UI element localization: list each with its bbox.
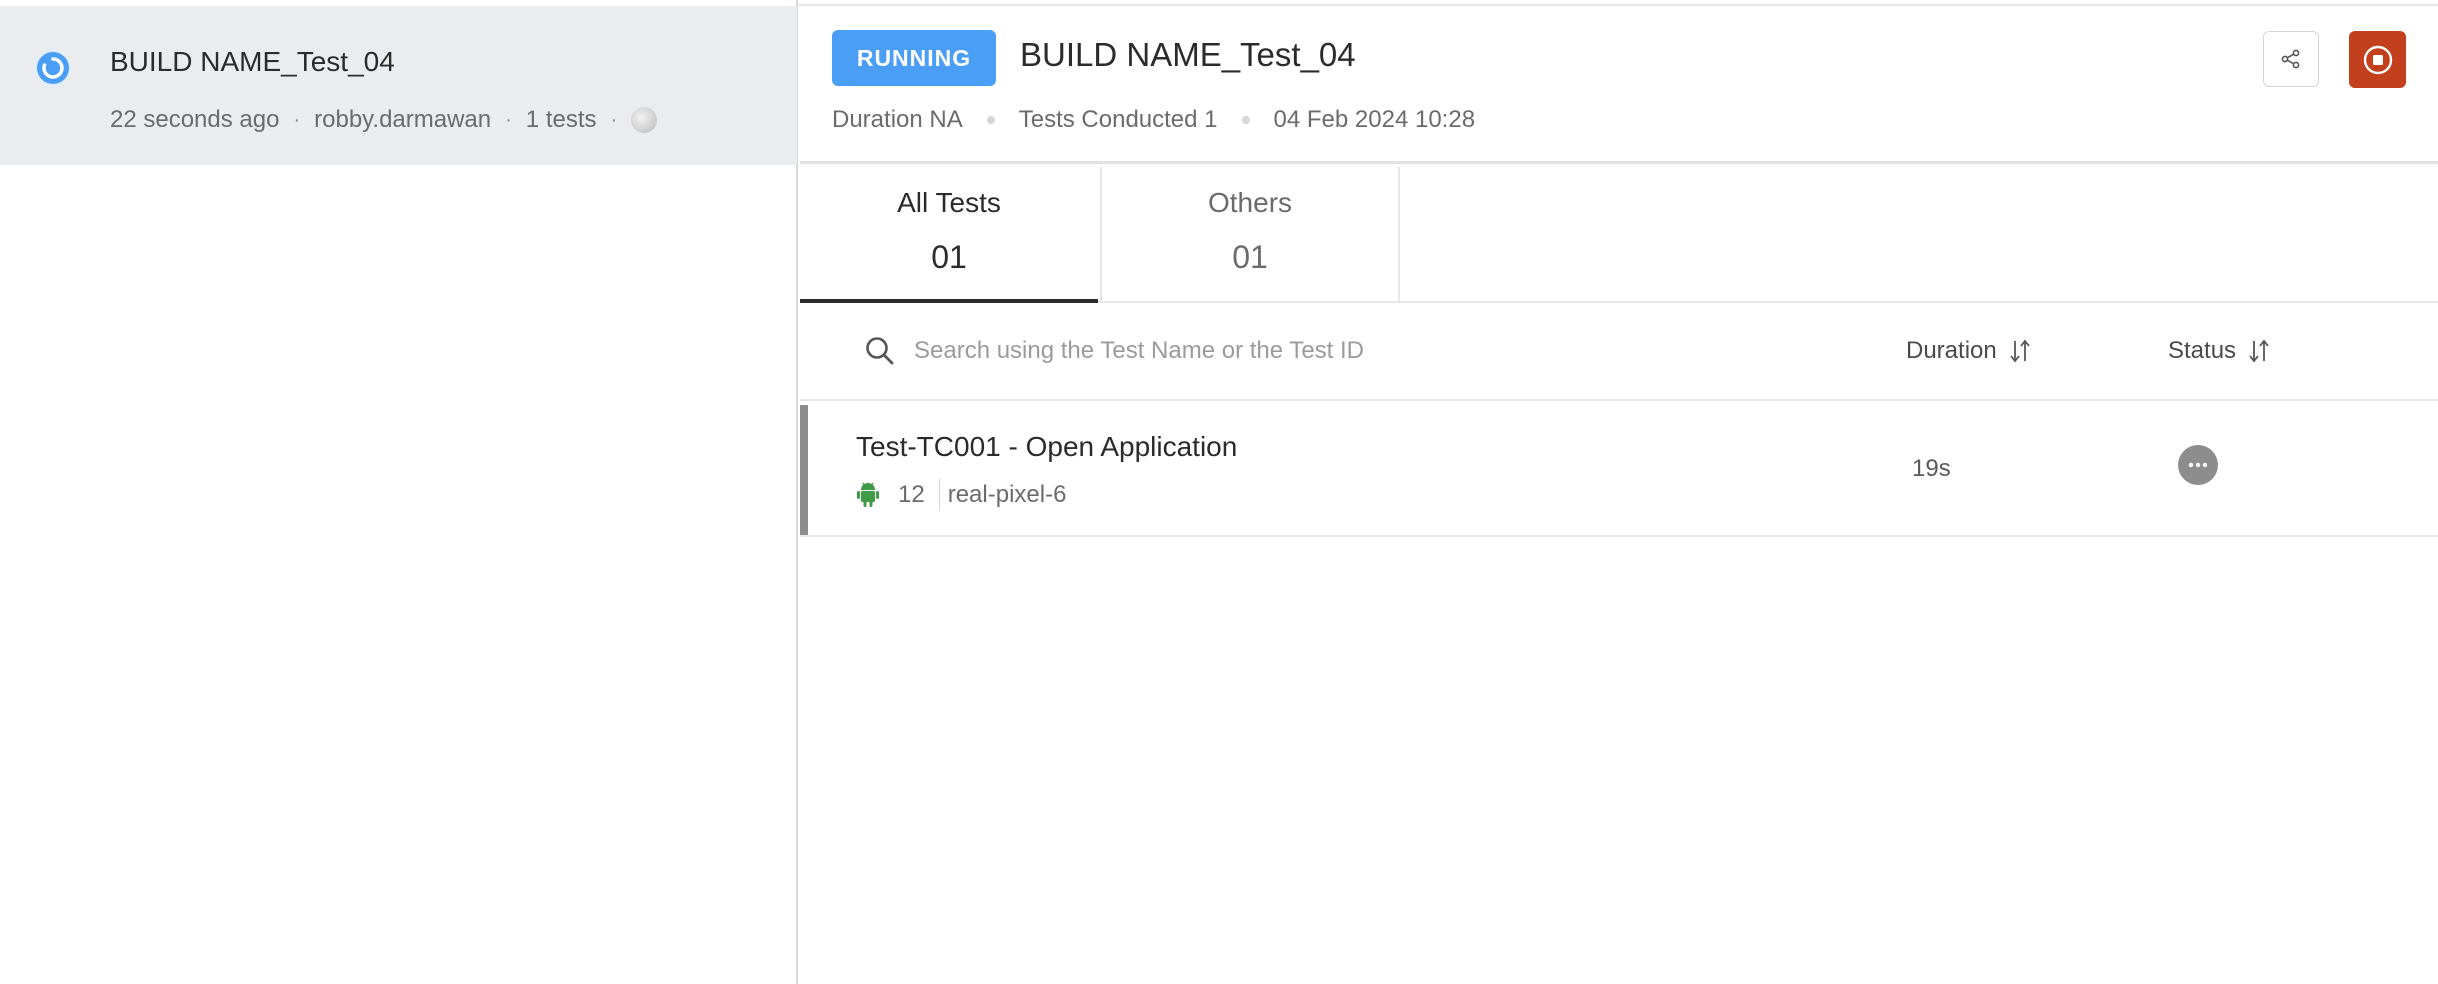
- meta-dot: [1241, 116, 1250, 124]
- build-name: BUILD NAME_Test_04: [110, 46, 395, 77]
- divider: [938, 479, 940, 511]
- duration-header-label: Duration: [1906, 337, 1997, 364]
- device-name: real-pixel-6: [947, 481, 1067, 508]
- ellipsis-icon: [2188, 462, 2208, 468]
- spinner-icon: [34, 49, 72, 87]
- build-meta: 22 seconds ago · robby.darmawan · 1 test…: [110, 106, 658, 134]
- build-test-count: 1 tests: [525, 106, 597, 133]
- build-list-item[interactable]: BUILD NAME_Test_04 22 seconds ago · robb…: [0, 6, 797, 165]
- test-name: Test-TC001 - Open Application: [856, 431, 1238, 462]
- search-icon: [866, 337, 894, 365]
- page-title: BUILD NAME_Test_04: [1020, 36, 1356, 73]
- sort-icon: [2249, 339, 2269, 363]
- android-icon: [857, 482, 879, 507]
- status-badge: RUNNING: [832, 30, 996, 86]
- build-summary: Duration NA Tests Conducted 1 04 Feb 202…: [832, 106, 1475, 134]
- sort-icon: [2010, 339, 2030, 363]
- build-user: robby.darmawan: [314, 106, 492, 133]
- share-button[interactable]: [2263, 31, 2319, 87]
- stop-icon: [2363, 45, 2392, 74]
- tab-count: 01: [1232, 239, 1268, 275]
- row-selection-marker: [800, 405, 808, 535]
- tests-conducted: Tests Conducted 1: [1018, 106, 1218, 133]
- build-list-sidebar: BUILD NAME_Test_04 22 seconds ago · robb…: [0, 0, 798, 984]
- tab-others[interactable]: Others 01: [1100, 167, 1400, 301]
- more-dots-icon[interactable]: [2178, 445, 2218, 485]
- os-version: 12: [898, 481, 925, 508]
- test-tabs: All Tests 01 Others 01: [800, 167, 2438, 303]
- meta-separator: ·: [505, 108, 512, 131]
- status-header-label: Status: [2168, 337, 2237, 364]
- share-icon: [2281, 49, 2300, 69]
- meta-separator: ·: [293, 108, 301, 131]
- build-date: 04 Feb 2024 10:28: [1273, 106, 1476, 133]
- stop-build-button[interactable]: [2349, 31, 2406, 88]
- tab-label: All Tests: [897, 187, 1001, 218]
- tab-count: 01: [931, 239, 967, 275]
- table-row[interactable]: Test-TC001 - Open Application 12 real-pi…: [800, 401, 2438, 537]
- tab-label: Others: [1207, 187, 1293, 218]
- build-time-ago: 22 seconds ago: [110, 106, 280, 133]
- build-duration: Duration NA: [832, 106, 963, 133]
- tab-all-tests[interactable]: All Tests 01: [800, 167, 1098, 303]
- meta-separator: ·: [610, 108, 618, 131]
- search-input[interactable]: [914, 329, 1814, 373]
- duration-column-header[interactable]: Duration: [1906, 337, 2031, 365]
- test-duration: 19s: [1912, 455, 1951, 482]
- meta-dot: [986, 116, 995, 124]
- test-device-info: 12 real-pixel-6: [856, 479, 1066, 511]
- status-column-header[interactable]: Status: [2168, 337, 2270, 365]
- user-avatar: [631, 107, 658, 133]
- test-list-header: Duration Status: [800, 303, 2438, 401]
- build-header: RUNNING BUILD NAME_Test_04 Duration NA T…: [800, 6, 2438, 164]
